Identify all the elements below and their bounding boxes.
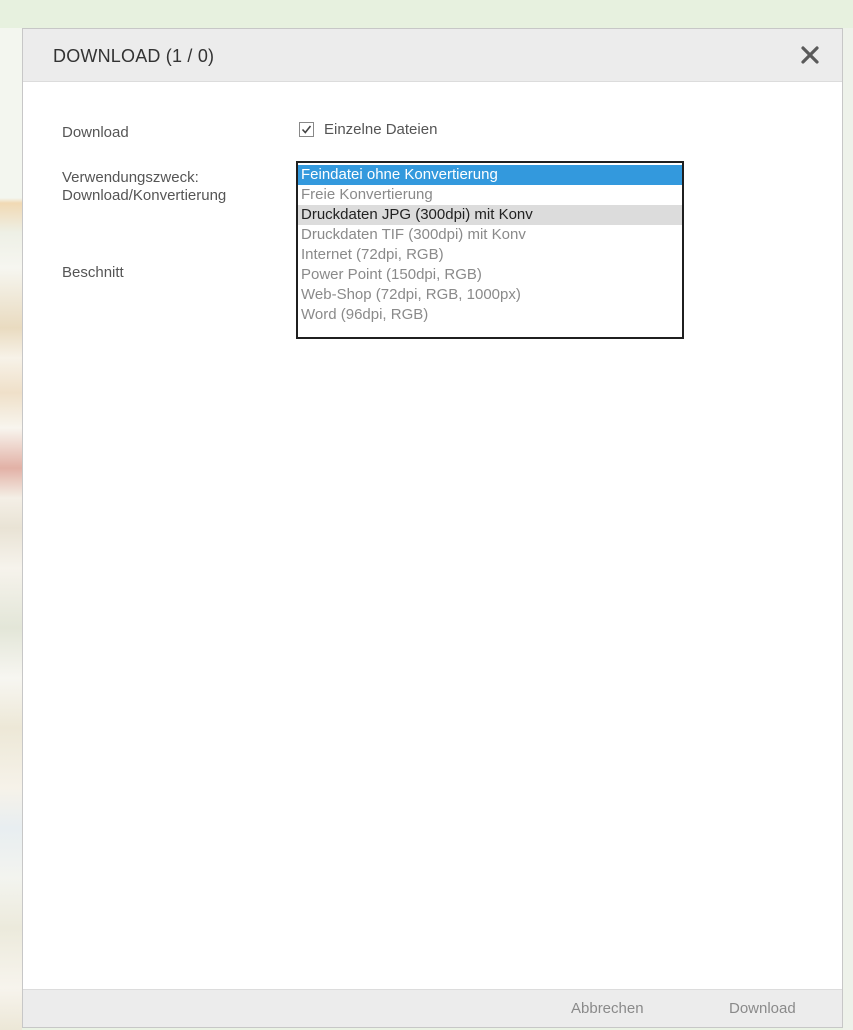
single-files-checkbox[interactable] <box>299 122 314 137</box>
checkmark-icon <box>301 125 312 134</box>
cancel-button[interactable]: Abbrechen <box>571 1000 644 1017</box>
usage-option[interactable]: Feindatei ohne Konvertierung <box>298 165 682 185</box>
background-page-top <box>0 0 853 28</box>
dialog-footer: Abbrechen Download <box>23 989 842 1027</box>
usage-option[interactable]: Druckdaten TIF (300dpi) mit Konv <box>298 225 682 245</box>
usage-option[interactable]: Web-Shop (72dpi, RGB, 1000px) <box>298 285 682 305</box>
single-files-option[interactable]: Einzelne Dateien <box>299 121 437 138</box>
download-button[interactable]: Download <box>729 1000 796 1017</box>
crop-label: Beschnitt <box>62 264 124 281</box>
download-dialog: DOWNLOAD (1 / 0) Download Einzelne Datei… <box>22 28 843 1028</box>
close-icon <box>801 46 819 64</box>
dialog-title: DOWNLOAD (1 / 0) <box>53 46 215 66</box>
usage-listbox[interactable]: Feindatei ohne Konvertierung Freie Konve… <box>296 161 684 339</box>
usage-option[interactable]: Internet (72dpi, RGB) <box>298 245 682 265</box>
dialog-header: DOWNLOAD (1 / 0) <box>23 29 842 82</box>
close-button[interactable] <box>796 41 824 69</box>
usage-option[interactable]: Freie Konvertierung <box>298 185 682 205</box>
usage-option[interactable]: Word (96dpi, RGB) <box>298 305 682 325</box>
single-files-label: Einzelne Dateien <box>324 121 438 138</box>
background-page-left <box>0 28 22 1030</box>
usage-label: Verwendungszweck: Download/Konvertierung <box>62 169 226 205</box>
usage-option[interactable]: Power Point (150dpi, RGB) <box>298 265 682 285</box>
usage-option[interactable]: Druckdaten JPG (300dpi) mit Konv <box>298 205 682 225</box>
usage-label-line1: Verwendungszweck: <box>62 169 199 186</box>
download-label: Download <box>62 124 129 141</box>
usage-label-line2: Download/Konvertierung <box>62 187 227 204</box>
background-page-right <box>843 28 853 1030</box>
